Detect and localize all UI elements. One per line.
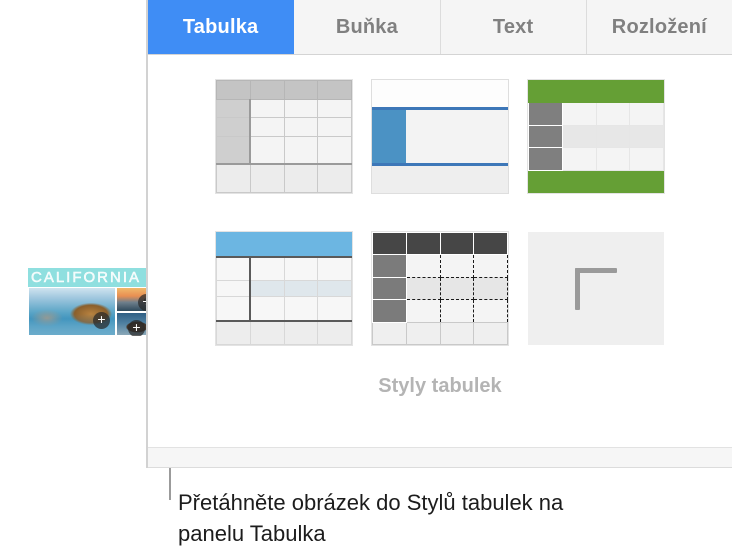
photo-add-badge-icon[interactable]: + (93, 312, 110, 329)
callout-caption: Přetáhněte obrázek do Stylů tabulek na p… (178, 490, 564, 546)
plus-icon-horizontal (575, 267, 617, 273)
table-style-thumb-green[interactable] (528, 79, 664, 194)
table-style-thumb-dark-dashed[interactable] (372, 231, 508, 346)
plus-icon (575, 267, 617, 310)
table-styles-label: Styly tabulek (378, 375, 502, 397)
add-table-style-tile[interactable] (528, 232, 664, 345)
collage-title-text: CALIFORNIA (31, 269, 142, 287)
tab-tabulka[interactable]: Tabulka (148, 0, 295, 54)
document-canvas[interactable] (0, 0, 148, 468)
tab-text[interactable]: Text (440, 0, 587, 54)
table-style-thumb-gray[interactable] (216, 80, 352, 194)
add-table-style-button[interactable] (528, 232, 664, 345)
format-inspector-panel: Tabulka Buňka Text Rozložení Styly tabul… (148, 0, 732, 468)
table-styles-grid (148, 55, 732, 375)
tab-rozlozeni[interactable]: Rozložení (586, 0, 732, 54)
tab-bunka[interactable]: Buňka (294, 0, 441, 54)
app-root: CALIFORNIA + + + Přetáhněte obrázek do S… (0, 0, 732, 559)
table-style-thumb-blue-header[interactable] (216, 232, 352, 345)
panel-footer-strip (148, 448, 732, 468)
photo-add-badge-icon[interactable]: + (128, 320, 145, 336)
table-style-thumb-blue-column[interactable] (372, 80, 508, 193)
inspector-tab-bar: Tabulka Buňka Text Rozložení (148, 0, 732, 55)
plus-icon-vertical (575, 267, 580, 310)
